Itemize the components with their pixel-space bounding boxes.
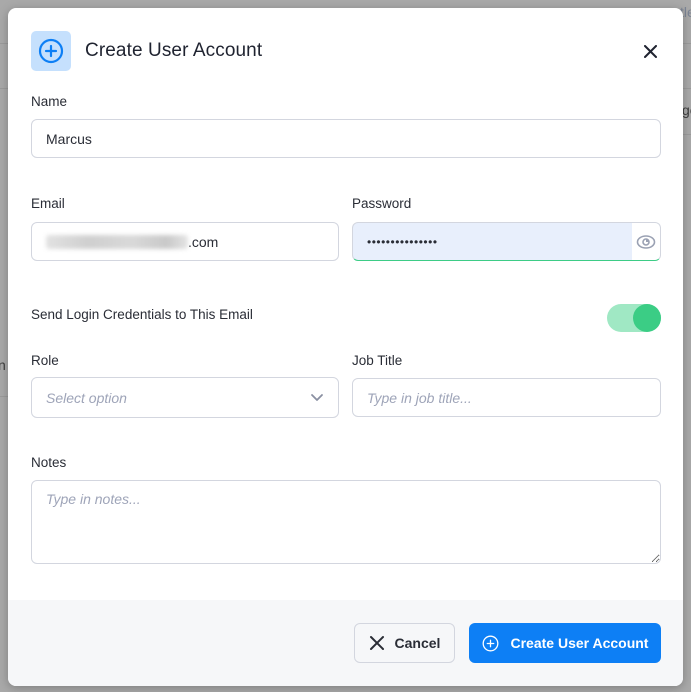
role-placeholder: Select option	[46, 389, 127, 406]
name-input[interactable]	[46, 130, 646, 147]
create-user-modal: Create User Account Name Email .com Pass…	[8, 8, 683, 686]
show-password-button[interactable]	[632, 223, 660, 260]
obscured-email-text	[46, 234, 188, 249]
modal-title: Create User Account	[85, 40, 263, 61]
background-divider	[683, 43, 691, 44]
job-title-field[interactable]	[352, 378, 661, 417]
background-divider	[0, 43, 8, 44]
background-divider	[683, 88, 691, 89]
toggle-knob	[633, 304, 661, 332]
close-button[interactable]	[640, 41, 660, 61]
name-label: Name	[31, 94, 68, 109]
plus-circle-icon	[31, 31, 71, 71]
background-text: ge	[682, 102, 691, 118]
close-icon	[369, 636, 384, 650]
role-label: Role	[31, 353, 59, 368]
cancel-label: Cancel	[394, 635, 441, 651]
close-icon	[643, 44, 657, 58]
eye-icon	[636, 234, 656, 249]
background-divider	[0, 88, 8, 89]
background-divider	[0, 396, 8, 397]
notes-textarea[interactable]	[31, 480, 661, 564]
email-field[interactable]: .com	[31, 222, 339, 261]
send-credentials-label: Send Login Credentials to This Email	[31, 307, 253, 322]
background-divider	[683, 134, 691, 135]
email-label: Email	[31, 196, 65, 211]
job-title-label: Job Title	[352, 353, 403, 368]
background-text: n	[0, 357, 6, 373]
create-label: Create User Account	[510, 635, 649, 651]
cancel-button[interactable]: Cancel	[354, 623, 455, 663]
email-suffix: .com	[188, 233, 219, 250]
send-credentials-toggle[interactable]	[607, 304, 661, 332]
password-value[interactable]: •••••••••••••••	[367, 223, 632, 260]
modal-header: Create User Account	[31, 31, 660, 71]
password-label: Password	[352, 196, 412, 211]
name-field[interactable]	[31, 119, 661, 158]
role-select[interactable]: Select option	[31, 377, 339, 418]
notes-label: Notes	[31, 455, 67, 470]
create-user-account-button[interactable]: Create User Account	[469, 623, 661, 663]
chevron-down-icon	[311, 394, 323, 401]
plus-circle-icon	[482, 635, 498, 651]
password-field[interactable]: •••••••••••••••	[352, 222, 661, 261]
job-title-input[interactable]	[367, 389, 646, 406]
